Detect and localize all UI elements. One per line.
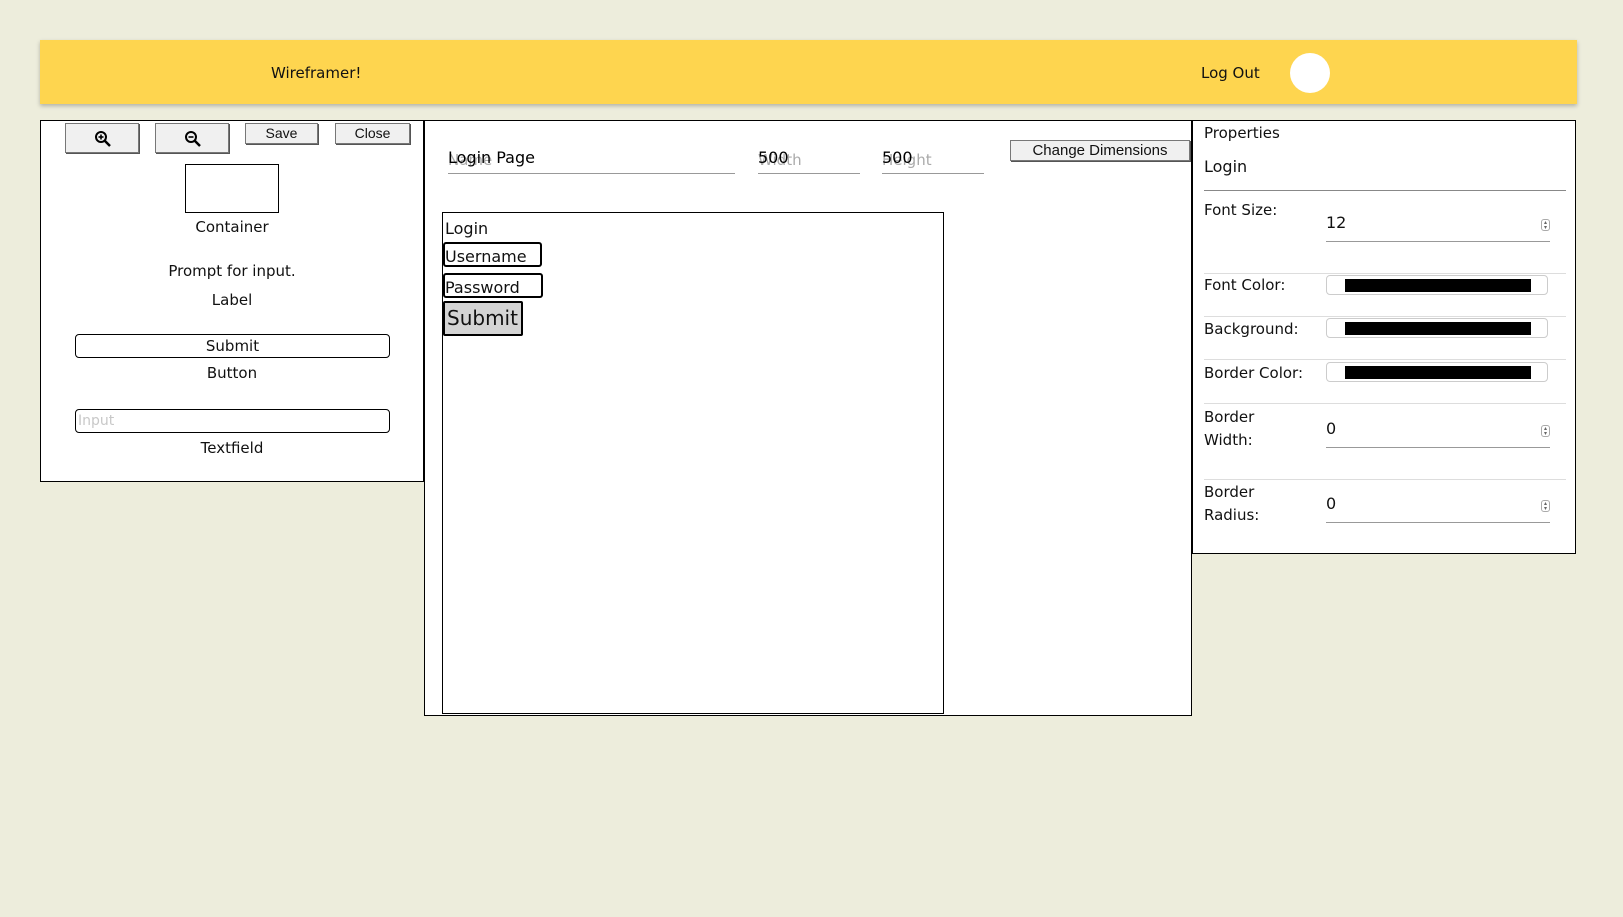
toolbox-panel: Save Close Container Prompt for input. L… [40,120,424,482]
spinner-icon[interactable]: ▴ ▾ [1541,500,1550,512]
divider [1204,403,1566,404]
wireframe-canvas[interactable]: Login Username Password Submit [442,212,944,714]
name-value: Login Page [448,148,535,167]
border-color-swatch [1345,366,1531,379]
spinner-icon[interactable]: ▴ ▾ [1541,219,1550,231]
height-field[interactable]: Height 500 [882,143,984,174]
textfield-caption: Textfield [200,439,264,457]
border-width-label-line2: Width: [1204,431,1253,449]
border-color-label: Border Color: [1204,364,1304,382]
app-title[interactable]: Wireframer! [271,64,361,82]
label-caption: Label [211,291,253,309]
logout-link[interactable]: Log Out [1201,64,1260,82]
label-sample[interactable]: Prompt for input. [41,262,423,280]
zoom-in-icon [95,131,111,147]
border-radius-label-line2: Radius: [1204,506,1260,524]
workspace-panel: Name Login Page Width 500 Height 500 Cha… [424,120,1192,716]
canvas-username-input[interactable]: Username [443,242,542,267]
selected-element-name[interactable]: Login [1204,157,1247,176]
width-value: 500 [758,148,789,167]
divider [1204,359,1566,360]
button-sample[interactable]: Submit [75,334,390,358]
font-color-label: Font Color: [1204,276,1286,294]
divider [1204,190,1566,191]
font-size-input[interactable]: 12 ▴ ▾ [1326,205,1550,242]
background-label: Background: [1204,320,1299,338]
navbar: Wireframer! Log Out [40,40,1577,104]
zoom-in-button[interactable] [65,123,139,153]
border-width-value: 0 [1326,419,1337,438]
properties-title: Properties [1204,124,1280,142]
divider [1204,479,1566,480]
border-radius-label: Border Radius: [1204,481,1259,527]
avatar[interactable] [1290,53,1330,93]
border-color-picker[interactable] [1326,362,1548,382]
border-width-label-line1: Border [1204,408,1255,426]
change-dimensions-button[interactable]: Change Dimensions [1010,140,1190,161]
zoom-out-icon [185,131,201,147]
divider [1204,316,1566,317]
border-width-label: Border Width: [1204,406,1254,452]
background-color-swatch [1345,322,1531,335]
font-size-value: 12 [1326,213,1347,232]
border-radius-label-line1: Border [1204,483,1255,501]
close-button[interactable]: Close [335,123,410,144]
button-caption: Button [206,364,258,382]
properties-panel: Properties Login Font Size: 12 ▴ ▾ Font C… [1192,120,1576,554]
save-button[interactable]: Save [245,123,318,144]
container-sample[interactable] [185,164,279,213]
border-radius-value: 0 [1326,494,1337,513]
textfield-sample[interactable]: Input [75,409,390,433]
font-size-label: Font Size: [1204,201,1278,219]
wireframe-name-field[interactable]: Name Login Page [448,143,735,174]
width-field[interactable]: Width 500 [758,143,860,174]
canvas-login-label[interactable]: Login [445,219,488,238]
canvas-password-input[interactable]: Password [443,273,543,298]
background-color-picker[interactable] [1326,318,1548,338]
border-width-input[interactable]: 0 ▴ ▾ [1326,411,1550,448]
height-value: 500 [882,148,913,167]
canvas-submit-button[interactable]: Submit [443,301,523,336]
spinner-icon[interactable]: ▴ ▾ [1541,425,1550,437]
container-caption: Container [195,218,269,236]
font-color-picker[interactable] [1326,275,1548,295]
border-radius-input[interactable]: 0 ▴ ▾ [1326,486,1550,523]
zoom-out-button[interactable] [155,123,229,153]
font-color-swatch [1345,279,1531,292]
